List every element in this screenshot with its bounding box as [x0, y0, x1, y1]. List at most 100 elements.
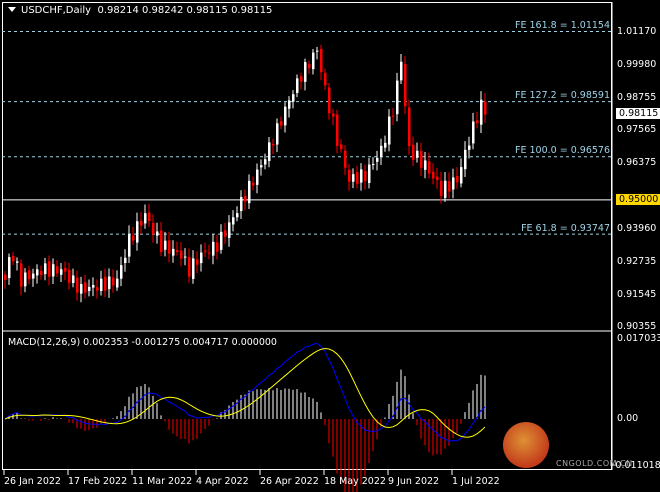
candle-body — [372, 163, 375, 165]
candle-body — [140, 220, 143, 226]
price-label: 0.99980 — [617, 59, 657, 70]
candle-body — [104, 276, 107, 291]
candle-body — [452, 177, 455, 190]
candle-body — [448, 181, 451, 192]
candle-body — [428, 161, 431, 174]
fibo-label: FE 100.0 = 0.96576 — [515, 145, 610, 156]
candle-body — [392, 115, 395, 117]
candle-body — [232, 217, 235, 225]
date-label: 18 May 2022 — [324, 476, 386, 487]
candle-body — [108, 276, 111, 290]
candle-body — [408, 107, 411, 147]
candle-body — [324, 72, 327, 86]
candle-body — [80, 284, 83, 294]
candle-body — [228, 222, 231, 238]
candle-body — [148, 212, 151, 222]
candle-body — [280, 121, 283, 126]
candle-body — [192, 258, 195, 279]
candle-body — [180, 250, 183, 259]
candle-body — [88, 286, 91, 291]
candle-body — [340, 144, 343, 150]
candle-body — [224, 230, 227, 237]
candle-body — [356, 172, 359, 184]
price-label: 0.92735 — [617, 256, 657, 267]
candle-body — [196, 259, 199, 265]
candle-body — [416, 150, 419, 158]
candle-body — [268, 142, 271, 162]
candle-body — [28, 270, 31, 280]
date-label: 26 Apr 2022 — [260, 476, 319, 487]
candle-body — [264, 159, 267, 165]
date-label: 9 Jun 2022 — [388, 476, 440, 487]
current-price-badge: 0.98115 — [616, 108, 660, 119]
price-chart[interactable] — [0, 0, 660, 492]
candle-body — [320, 48, 323, 73]
candle-body — [208, 252, 211, 254]
fibo-label: FE 161.8 = 1.01154 — [515, 20, 610, 31]
candle-body — [472, 121, 475, 144]
candle-body — [76, 277, 79, 293]
candle-body — [284, 106, 287, 126]
candle-body — [92, 285, 95, 288]
candle-body — [440, 180, 443, 196]
candle-body — [456, 175, 459, 183]
candle-body — [176, 250, 179, 252]
candle-body — [256, 169, 259, 185]
candle-body — [8, 257, 11, 278]
candle-body — [20, 263, 23, 287]
chart-title: USDCHF,Daily 0.98214 0.98242 0.98115 0.9… — [8, 5, 272, 16]
candle-body — [172, 248, 175, 256]
candle-body — [64, 267, 67, 272]
candle-body — [236, 213, 239, 218]
date-label: 4 Apr 2022 — [196, 476, 249, 487]
candle-body — [144, 213, 147, 224]
candle-body — [220, 231, 223, 250]
ohlc-readout: 0.98214 0.98242 0.98115 0.98115 — [97, 5, 273, 16]
candle-body — [184, 256, 187, 258]
candle-body — [288, 100, 291, 109]
candle-body — [360, 169, 363, 183]
candle-body — [16, 261, 19, 263]
candle-body — [116, 278, 119, 288]
candle-body — [380, 145, 383, 158]
level-price-badge[interactable]: 0.95000 — [616, 194, 660, 205]
candle-body — [336, 114, 339, 146]
candle-body — [368, 164, 371, 183]
candle-body — [60, 269, 63, 275]
candle-body — [36, 269, 39, 276]
candle-body — [100, 278, 103, 292]
dropdown-triangle-icon[interactable] — [8, 7, 16, 12]
date-label: 1 Jul 2022 — [452, 476, 500, 487]
candle-body — [40, 271, 43, 276]
candle-body — [188, 256, 191, 277]
price-label: 1.01170 — [617, 26, 657, 37]
candle-body — [48, 261, 51, 277]
candle-body — [44, 263, 47, 275]
candle-body — [436, 176, 439, 181]
candle-body — [308, 64, 311, 69]
watermark-domain: CNGOLD.COM.CN — [556, 459, 633, 468]
date-label: 17 Feb 2022 — [68, 476, 128, 487]
candle-body — [240, 197, 243, 212]
symbol-label: USDCHF,Daily — [21, 5, 92, 16]
candle-body — [388, 116, 391, 145]
candle-body — [56, 266, 59, 274]
candle-body — [292, 94, 295, 102]
candle-body — [4, 274, 7, 281]
candle-body — [412, 144, 415, 160]
candle-body — [468, 145, 471, 150]
candle-body — [328, 87, 331, 114]
price-label: 0.97565 — [617, 124, 657, 135]
candle-body — [124, 257, 127, 264]
candle-body — [364, 170, 367, 182]
fibo-label: FE 127.2 = 0.98591 — [515, 90, 610, 101]
price-label: 0.96375 — [617, 157, 657, 168]
candle-body — [216, 242, 219, 252]
candle-body — [348, 169, 351, 182]
macd-axis-label: 0.00 — [617, 413, 639, 424]
fibo-label: FE 61.8 = 0.93747 — [521, 223, 610, 234]
candle-body — [312, 52, 315, 70]
candle-body — [212, 241, 215, 256]
candle-body — [128, 233, 131, 257]
candle-body — [32, 273, 35, 279]
